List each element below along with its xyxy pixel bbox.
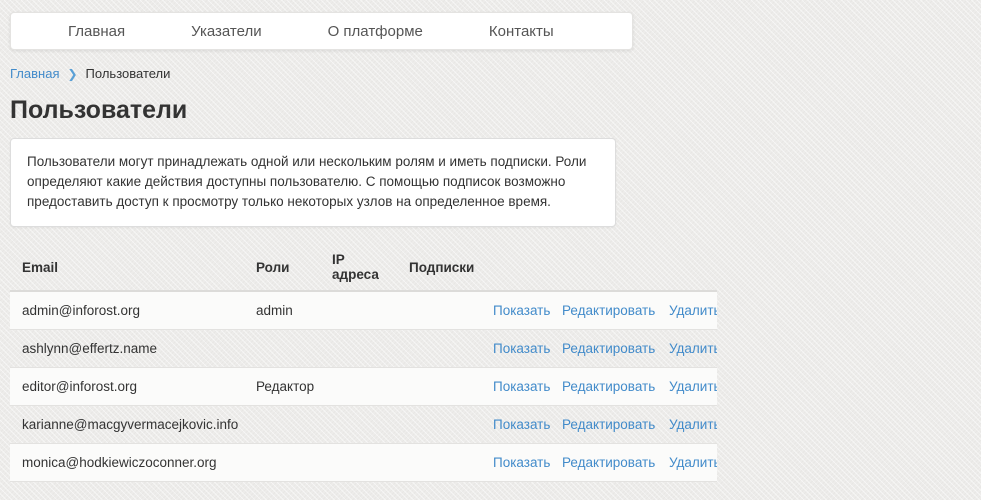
breadcrumb-current: Пользователи [86,66,171,81]
cell-roles [244,444,320,482]
page-container: Главная Указатели О платформе Контакты Г… [0,0,981,500]
cell-subscriptions [397,444,481,482]
cell-email: monica@hodkiewiczoconner.org [10,444,244,482]
nav-item-about[interactable]: О платформе [328,23,423,40]
nav-item-contacts[interactable]: Контакты [489,23,554,40]
show-link[interactable]: Показать [493,417,550,432]
column-header-roles: Роли [244,244,320,291]
cell-email: ashlynn@effertz.name [10,330,244,368]
edit-link[interactable]: Редактировать [562,379,655,394]
nav-item-home[interactable]: Главная [68,23,125,40]
cell-roles [244,406,320,444]
nav-item-indexes[interactable]: Указатели [191,23,262,40]
table-row: admin@inforost.org admin Показать Редакт… [10,291,717,330]
delete-link[interactable]: Удалить [669,341,717,356]
cell-subscriptions [397,291,481,330]
info-panel: Пользователи могут принадлежать одной ил… [10,138,616,227]
cell-email: karianne@macgyvermacejkovic.info [10,406,244,444]
info-text: Пользователи могут принадлежать одной ил… [27,154,586,209]
cell-ip [320,368,397,406]
chevron-right-icon: ❯ [67,67,77,81]
edit-link[interactable]: Редактировать [562,455,655,470]
edit-link[interactable]: Редактировать [562,341,655,356]
column-header-ip: IP адреса [320,244,397,291]
cell-email: editor@inforost.org [10,368,244,406]
top-navbar: Главная Указатели О платформе Контакты [10,12,633,50]
table-row: ashlynn@effertz.name Показать Редактиров… [10,330,717,368]
cell-ip [320,406,397,444]
delete-link[interactable]: Удалить [669,417,717,432]
show-link[interactable]: Показать [493,341,550,356]
table-row: karianne@macgyvermacejkovic.info Показат… [10,406,717,444]
cell-subscriptions [397,406,481,444]
delete-link[interactable]: Удалить [669,455,717,470]
page-title: Пользователи [10,96,971,125]
table-row: monica@hodkiewiczoconner.org Показать Ре… [10,444,717,482]
table-header-row: Email Роли IP адреса Подписки [10,244,717,291]
table-row: editor@inforost.org Редактор Показать Ре… [10,368,717,406]
delete-link[interactable]: Удалить [669,379,717,394]
users-table: Email Роли IP адреса Подписки admin@info… [10,244,717,482]
column-header-subscriptions: Подписки [397,244,481,291]
edit-link[interactable]: Редактировать [562,303,655,318]
show-link[interactable]: Показать [493,455,550,470]
cell-email: admin@inforost.org [10,291,244,330]
cell-roles: Редактор [244,368,320,406]
cell-ip [320,291,397,330]
cell-subscriptions [397,330,481,368]
cell-subscriptions [397,368,481,406]
delete-link[interactable]: Удалить [669,303,717,318]
cell-roles: admin [244,291,320,330]
cell-ip [320,330,397,368]
show-link[interactable]: Показать [493,379,550,394]
column-header-email: Email [10,244,244,291]
cell-ip [320,444,397,482]
edit-link[interactable]: Редактировать [562,417,655,432]
breadcrumb-home-link[interactable]: Главная [10,66,59,81]
breadcrumb: Главная ❯ Пользователи [10,66,971,81]
show-link[interactable]: Показать [493,303,550,318]
cell-roles [244,330,320,368]
